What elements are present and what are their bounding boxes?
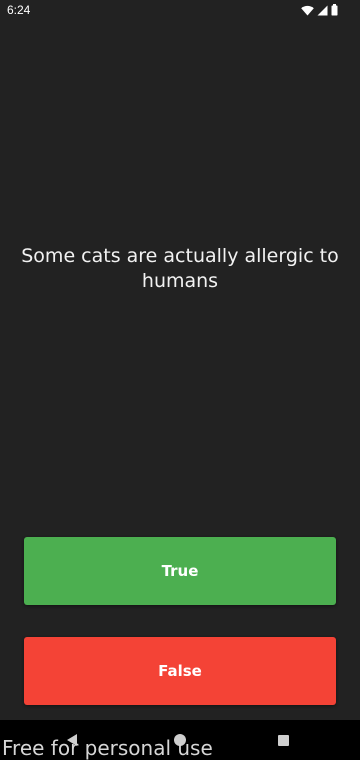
app-screen: 6:24 Some cats are actually allergic to … — [0, 0, 360, 760]
status-time: 6:24 — [7, 3, 31, 17]
cell-signal-icon — [317, 5, 328, 16]
question-text: Some cats are actually allergic to human… — [21, 245, 339, 292]
false-button[interactable]: False — [24, 637, 336, 705]
battery-icon — [331, 4, 338, 16]
status-bar: 6:24 — [0, 0, 360, 20]
watermark-text: Free for personal use — [2, 736, 213, 760]
true-button[interactable]: True — [24, 537, 336, 605]
wifi-icon — [301, 5, 314, 16]
recents-icon[interactable] — [278, 735, 289, 746]
status-icons — [301, 3, 338, 17]
